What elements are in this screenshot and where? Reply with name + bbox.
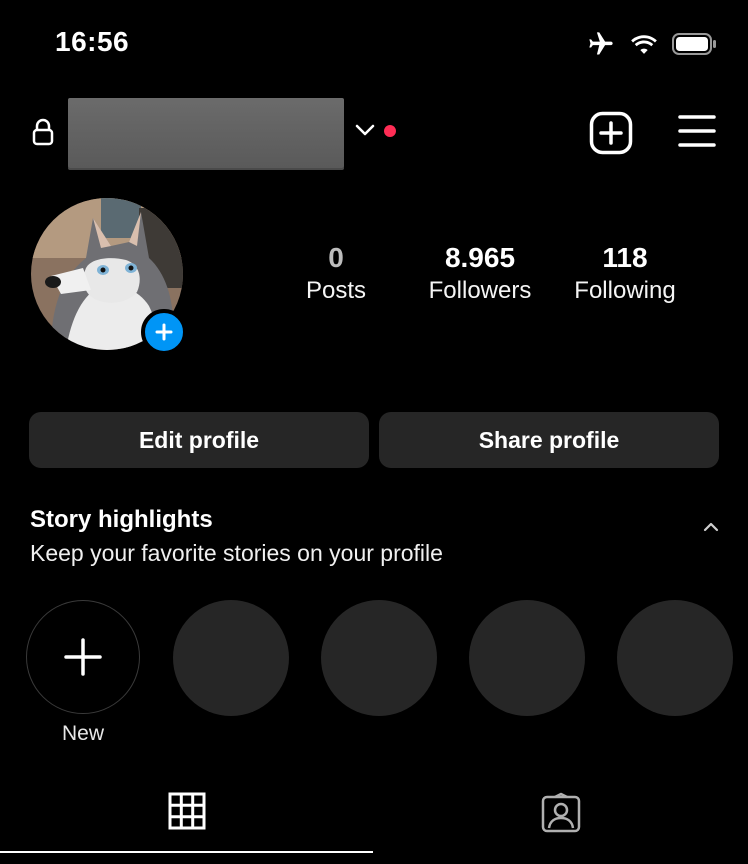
highlights-subtitle: Keep your favorite stories on your profi…: [30, 540, 443, 566]
status-time: 16:56: [55, 26, 130, 57]
create-post-icon[interactable]: [589, 111, 633, 155]
tagged-icon[interactable]: [540, 792, 582, 834]
status-icons: [586, 30, 718, 58]
plus-icon: [155, 323, 173, 341]
highlight-placeholder: [173, 600, 289, 716]
active-tab-indicator: [0, 851, 373, 853]
stat-value: 0: [328, 242, 344, 273]
highlight-placeholder: [321, 600, 437, 716]
plus-icon: [64, 638, 102, 676]
highlights-title: Story highlights: [30, 506, 213, 533]
notification-dot: [384, 125, 396, 137]
grid-icon[interactable]: [168, 792, 206, 830]
chevron-up-icon[interactable]: [702, 520, 720, 534]
add-story-button[interactable]: [141, 309, 187, 355]
stat-label: Posts: [305, 277, 367, 304]
stat-label: Followers: [428, 277, 532, 304]
share-profile-button[interactable]: Share profile: [379, 412, 719, 468]
highlight-placeholder: [617, 600, 733, 716]
stat-following[interactable]: 118 Following: [555, 242, 695, 308]
wifi-icon: [631, 35, 657, 54]
stat-value: 8.965: [444, 242, 516, 273]
new-highlight-button[interactable]: [26, 600, 140, 714]
battery-icon: [672, 33, 716, 55]
chevron-down-icon[interactable]: [354, 122, 376, 138]
username-redacted[interactable]: [68, 98, 344, 168]
new-highlight-label: New: [61, 722, 104, 745]
highlight-placeholder: [469, 600, 585, 716]
menu-icon[interactable]: [678, 114, 716, 148]
stat-followers[interactable]: 8.965 Followers: [410, 242, 550, 308]
stat-posts[interactable]: 0 Posts: [266, 242, 406, 308]
lock-icon: [32, 118, 54, 146]
stat-value: 118: [602, 242, 648, 273]
edit-profile-button[interactable]: Edit profile: [29, 412, 369, 468]
stat-label: Following: [574, 277, 676, 304]
airplane-mode-icon: [589, 32, 613, 55]
